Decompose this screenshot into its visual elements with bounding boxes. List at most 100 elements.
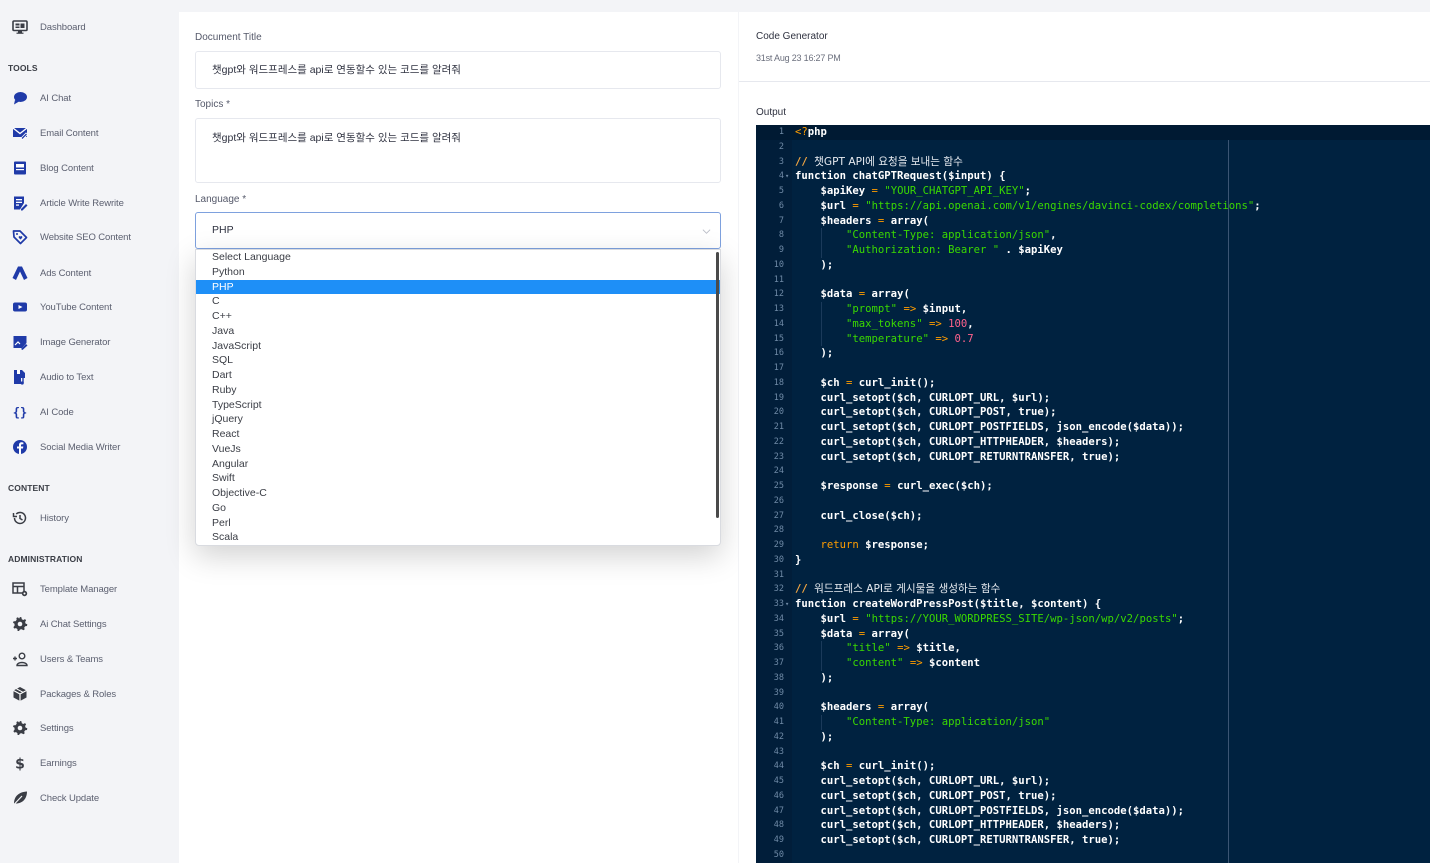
language-select[interactable]: PHP bbox=[195, 212, 721, 249]
code-line: 37 "content" => $content bbox=[756, 656, 1430, 671]
code-line: 49 curl_setopt($ch, CURLOPT_RETURNTRANSF… bbox=[756, 833, 1430, 848]
sidebar-item-ads-content[interactable]: Ads Content bbox=[0, 258, 178, 288]
indent-guide bbox=[821, 715, 822, 730]
language-option[interactable]: Java bbox=[196, 324, 720, 339]
sidebar-item-ai-chat[interactable]: AI Chat bbox=[0, 83, 178, 113]
language-option[interactable]: Dart bbox=[196, 368, 720, 383]
language-option[interactable]: jQuery bbox=[196, 412, 720, 427]
language-option[interactable]: C bbox=[196, 294, 720, 309]
code-text: curl_setopt($ch, CURLOPT_POSTFIELDS, jso… bbox=[795, 421, 1185, 433]
sidebar-item-history[interactable]: History bbox=[0, 503, 178, 533]
document-title-input[interactable]: 챗gpt와 워드프레스를 api로 연동할수 있는 코드를 알려줘 bbox=[195, 51, 721, 89]
sidebar-item-earnings[interactable]: $ Earnings bbox=[0, 748, 178, 778]
sidebar-item-youtube-content[interactable]: YouTube Content bbox=[0, 292, 178, 322]
sidebar-item-label: Check Update bbox=[40, 792, 100, 804]
code-text: $apiKey = "YOUR_CHATGPT_API_KEY"; bbox=[795, 185, 1032, 197]
language-option[interactable]: Go bbox=[196, 501, 720, 516]
sidebar-item-label: AI Chat bbox=[40, 92, 71, 104]
line-number: 30 bbox=[773, 554, 784, 565]
topics-textarea[interactable]: 챗gpt와 워드프레스를 api로 연동할수 있는 코드를 알려줘 bbox=[195, 118, 721, 183]
line-number: 27 bbox=[773, 510, 784, 521]
sidebar-item-image-generator[interactable]: Image Generator bbox=[0, 327, 178, 357]
language-option[interactable]: Python bbox=[196, 265, 720, 280]
code-editor[interactable]: 1 <?php 2 3// 챗GPT API에 요청을 보내는 함수 4 ▾ functio… bbox=[756, 125, 1430, 863]
package-icon bbox=[11, 685, 29, 703]
language-option[interactable]: VueJs bbox=[196, 442, 720, 457]
code-text: "title" => $title, bbox=[846, 642, 961, 655]
sidebar-item-email-content[interactable]: Email Content bbox=[0, 118, 178, 148]
sidebar-item-label: Email Content bbox=[40, 127, 99, 139]
language-option[interactable]: Swift bbox=[196, 471, 720, 486]
line-number: 13 bbox=[773, 304, 784, 314]
language-option[interactable]: Objective-C bbox=[196, 486, 720, 501]
fold-arrow-icon[interactable]: ▾ bbox=[785, 597, 789, 612]
fold-arrow-icon[interactable]: ▾ bbox=[785, 169, 789, 184]
sidebar-section-title: ADMINISTRATION bbox=[8, 554, 83, 564]
sidebar-item-users-teams[interactable]: Users & Teams bbox=[0, 644, 178, 674]
code-line: 24 bbox=[756, 464, 1430, 479]
code-text: "Content-Type: application/json" bbox=[846, 716, 1051, 728]
code-text: curl_setopt($ch, CURLOPT_RETURNTRANSFER,… bbox=[795, 450, 1121, 463]
line-number: 19 bbox=[773, 392, 784, 403]
language-option[interactable]: SQL bbox=[196, 353, 720, 368]
sidebar-item-audio-to-text[interactable]: Audio to Text bbox=[0, 362, 178, 392]
code-text: function chatGPTRequest($input) { bbox=[795, 170, 1006, 183]
sidebar-item-settings[interactable]: Settings bbox=[0, 713, 178, 743]
code-line: 5 $apiKey = "YOUR_CHATGPT_API_KEY"; bbox=[756, 184, 1430, 199]
line-number: 42 bbox=[773, 731, 784, 742]
code-line: 16 ); bbox=[756, 346, 1430, 361]
language-option[interactable]: Perl bbox=[196, 516, 720, 531]
code-line: 12 $data = array( bbox=[756, 287, 1430, 302]
code-line: 3 // 챗GPT API에 요청을 보내는 함수 bbox=[756, 155, 1430, 170]
language-option[interactable]: C++ bbox=[196, 309, 720, 324]
language-option[interactable]: React bbox=[196, 427, 720, 442]
template-settings-icon bbox=[11, 580, 29, 598]
indent-guide bbox=[821, 641, 822, 671]
line-number: 6 bbox=[778, 200, 784, 211]
sidebar-item-ai-code[interactable]: {} AI Code bbox=[0, 397, 178, 427]
sidebar-item-article-write-rewrite[interactable]: Article Write Rewrite bbox=[0, 188, 178, 218]
language-option[interactable]: Angular bbox=[196, 457, 720, 472]
line-number: 7 bbox=[778, 215, 784, 226]
code-line: 17 bbox=[756, 361, 1430, 376]
code-text: $ch = curl_init(); bbox=[795, 760, 936, 773]
code-text: curl_setopt($ch, CURLOPT_HTTPHEADER, $he… bbox=[795, 435, 1121, 448]
sidebar-item-template-manager[interactable]: Template Manager bbox=[0, 574, 178, 604]
output-title: Code Generator bbox=[756, 31, 828, 42]
sidebar-item-label: AI Code bbox=[40, 406, 74, 418]
sidebar-item-website-seo-content[interactable]: Website SEO Content bbox=[0, 222, 178, 252]
line-number: 12 bbox=[773, 289, 784, 300]
line-number: 35 bbox=[773, 628, 784, 639]
language-option[interactable]: PHP bbox=[196, 279, 720, 295]
sidebar-section-title: CONTENT bbox=[8, 483, 50, 493]
language-option[interactable]: TypeScript bbox=[196, 398, 720, 413]
line-number: 34 bbox=[773, 613, 784, 624]
sidebar-item-check-update[interactable]: Check Update bbox=[0, 783, 178, 813]
code-line: 13 "prompt" => $input, bbox=[756, 302, 1430, 317]
dropdown-scrollbar[interactable] bbox=[716, 252, 719, 518]
language-option[interactable]: Ruby bbox=[196, 383, 720, 398]
sidebar-item-ai-chat-settings[interactable]: Ai Chat Settings bbox=[0, 609, 178, 639]
line-number: 20 bbox=[773, 407, 784, 418]
indent-guide bbox=[821, 302, 822, 347]
code-text: function createWordPressPost($title, $co… bbox=[795, 598, 1102, 610]
language-option[interactable]: Scala bbox=[196, 530, 720, 545]
sidebar-item-packages-roles[interactable]: Packages & Roles bbox=[0, 679, 178, 709]
code-text: "content" => $content bbox=[846, 657, 980, 669]
monitor-icon bbox=[11, 18, 29, 36]
language-option[interactable]: Select Language bbox=[196, 250, 720, 265]
code-line: 50 bbox=[756, 848, 1430, 863]
line-number: 50 bbox=[773, 849, 784, 860]
code-text: curl_setopt($ch, CURLOPT_POST, true); bbox=[795, 406, 1057, 419]
code-text: curl_setopt($ch, CURLOPT_URL, $url); bbox=[795, 391, 1051, 404]
line-number: 44 bbox=[773, 761, 784, 772]
sidebar-item-blog-content[interactable]: Blog Content bbox=[0, 153, 178, 183]
line-number: 38 bbox=[773, 672, 784, 683]
indent-guide bbox=[821, 228, 822, 258]
language-option[interactable]: JavaScript bbox=[196, 339, 720, 354]
sidebar-item-dashboard[interactable]: Dashboard bbox=[0, 12, 178, 42]
code-line: 2 bbox=[756, 140, 1430, 155]
sidebar-item-social-media-writer[interactable]: Social Media Writer bbox=[0, 432, 178, 462]
add-user-icon bbox=[11, 650, 29, 668]
sidebar-item-label: Template Manager bbox=[40, 583, 118, 595]
